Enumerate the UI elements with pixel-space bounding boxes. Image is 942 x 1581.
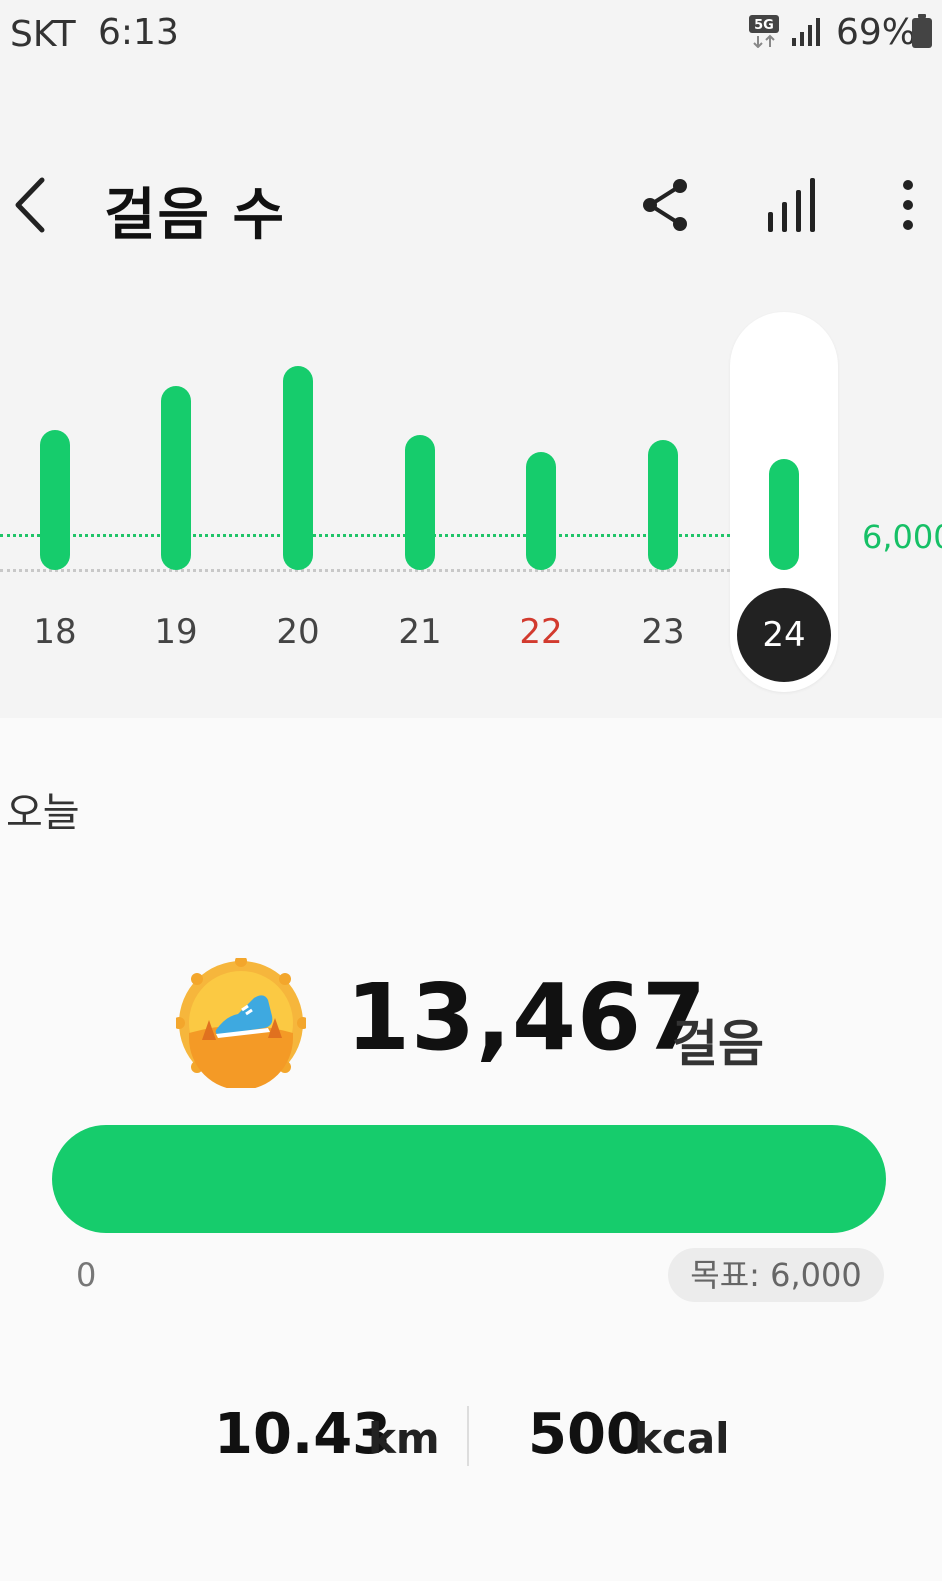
chart-day-label-24[interactable]: 24 [744,588,824,682]
stats-divider [467,1406,469,1466]
chart-day-label-20[interactable]: 20 [258,612,338,652]
calories-unit: kcal [634,1414,730,1463]
network-label: 5G [754,18,774,33]
share-icon[interactable] [636,172,696,238]
more-icon[interactable] [884,172,942,238]
today-label: 오늘 [6,790,80,836]
chart-day-label-21[interactable]: 21 [380,612,460,652]
chart-bar-22[interactable] [526,451,556,570]
today-step-count: 13,467 [346,964,708,1071]
achievement-medal-icon [176,958,306,1088]
distance-value: 10.43 [214,1402,392,1467]
chart-day-label-22[interactable]: 22 [501,612,581,652]
status-time: 6:13 [98,12,179,53]
chart-day-label-23[interactable]: 23 [623,612,703,652]
page-title: 걸음 수 [104,183,287,248]
battery-icon [912,14,932,48]
goal-badge[interactable]: 목표: 6,000 [668,1248,884,1302]
goal-line [0,534,730,537]
chart-bar-19[interactable] [161,386,191,570]
5g-icon: 5G [749,15,779,48]
graph-icon[interactable] [762,172,822,238]
calories-value: 500 [528,1402,645,1467]
carrier-label: SKT [10,14,76,55]
chart-bar-20[interactable] [283,365,313,570]
back-icon[interactable] [6,170,56,240]
distance-unit: km [368,1414,440,1463]
progress-min-label: 0 [76,1256,97,1294]
chart-bar-21[interactable] [405,435,435,570]
goal-value-label: 6,000 [862,518,942,556]
status-bar: SKT 6:13 5G 69% [0,0,942,70]
chart-bar-23[interactable] [648,439,678,570]
chart-bar-18[interactable] [40,430,70,570]
battery-percent: 69% [836,12,917,53]
chart-day-label-18[interactable]: 18 [15,612,95,652]
baseline [0,569,730,572]
chart-day-label-19[interactable]: 19 [136,612,216,652]
goal-progress-bar [52,1125,886,1233]
chart-bar-24[interactable] [769,458,799,570]
signal-icon [792,18,820,46]
steps-unit-label: 걸음 [672,1015,764,1073]
